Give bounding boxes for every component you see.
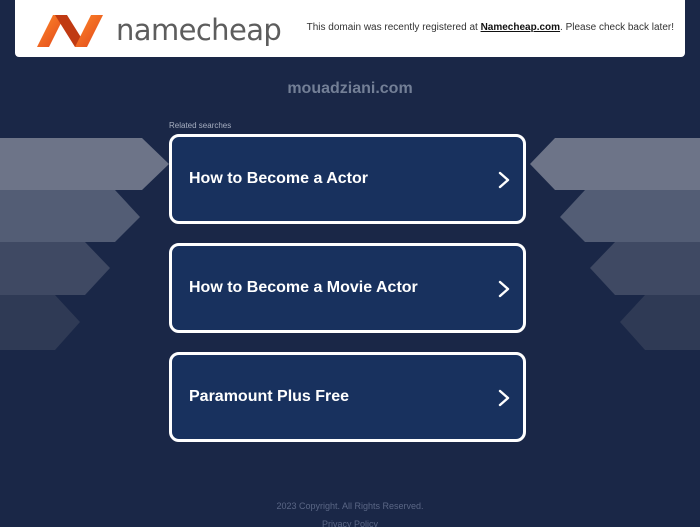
chevron-right-icon (498, 280, 510, 298)
domain-title: mouadziani.com (287, 80, 413, 97)
related-searches-label: Related searches (169, 121, 232, 130)
privacy-policy-link[interactable]: Privacy Policy (0, 519, 700, 527)
header-bar: namecheap This domain was recently regis… (15, 0, 685, 57)
copyright-text: 2023 Copyright. All Rights Reserved. (276, 501, 424, 511)
search-link-card[interactable]: How to Become a Actor (169, 134, 526, 224)
namecheap-link[interactable]: Namecheap.com (481, 22, 560, 33)
search-link-label: How to Become a Actor (189, 170, 368, 187)
search-link-card[interactable]: Paramount Plus Free (169, 352, 526, 442)
notice-prefix: This domain was recently registered at (306, 22, 481, 33)
namecheap-logo-icon[interactable] (33, 9, 107, 51)
search-link-card[interactable]: How to Become a Movie Actor (169, 243, 526, 333)
chevron-right-icon (498, 171, 510, 189)
chevron-right-icon (498, 389, 510, 407)
brand-name: namecheap (116, 13, 282, 47)
registration-notice: This domain was recently registered at N… (307, 22, 674, 33)
search-link-label: How to Become a Movie Actor (189, 279, 418, 296)
notice-suffix: . Please check back later! (560, 22, 674, 33)
search-link-label: Paramount Plus Free (189, 388, 350, 405)
